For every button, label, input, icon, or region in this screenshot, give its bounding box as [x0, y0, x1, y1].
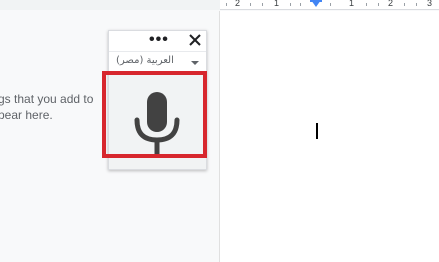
ruler-number: 1: [274, 0, 280, 8]
ruler-tick: [330, 3, 331, 6]
outline-hint-line: gs that you add to: [0, 92, 94, 106]
ruler-tick: [226, 3, 227, 6]
ruler-number: 2: [235, 0, 241, 8]
language-select[interactable]: العربية (مصر): [109, 51, 206, 72]
left-indent-marker[interactable]: [311, 0, 321, 7]
horizontal-ruler[interactable]: 2 1 1 2 3: [0, 0, 439, 10]
ruler-tick: [404, 3, 405, 6]
ruler-tick: [300, 3, 301, 6]
ruler-tick: [416, 3, 417, 6]
ruler-tick: [378, 3, 379, 6]
language-label: العربية (مصر): [116, 55, 174, 66]
ruler-number: 1: [349, 0, 355, 8]
more-options-icon[interactable]: •••: [149, 32, 169, 48]
ruler-tick: [366, 3, 367, 6]
microphone-icon[interactable]: [131, 92, 183, 154]
text-cursor: [316, 123, 318, 139]
outline-hint-line: pear here.: [0, 108, 53, 122]
close-icon[interactable]: [187, 32, 203, 48]
outline-hint-text: gs that you add to pear here.: [0, 91, 93, 123]
caret-down-icon: [191, 61, 199, 65]
document-page[interactable]: [220, 11, 439, 262]
ruler-number: 3: [427, 0, 433, 8]
ruler-tick: [262, 3, 263, 6]
ruler-number: 2: [388, 0, 394, 8]
ruler-tick: [250, 3, 251, 6]
ruler-tick: [290, 3, 291, 6]
